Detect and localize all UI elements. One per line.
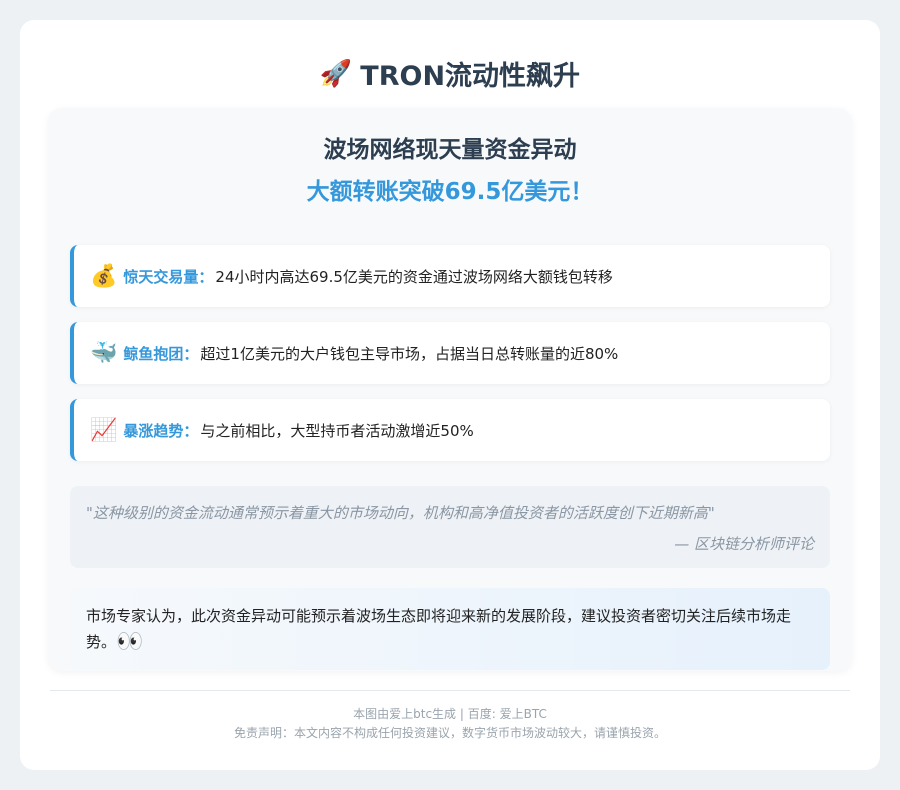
info-item-trend: 📈 暴涨趋势： 与之前相比，大型持币者活动激增近50% [70, 399, 830, 461]
footer-credit: 本图由爱上btc生成 | 百度: 爱上BTC [353, 707, 547, 721]
info-item-volume: 💰 惊天交易量： 24小时内高达69.5亿美元的资金通过波场网络大额钱包转移 [70, 245, 830, 307]
info-item-label: 惊天交易量： [123, 267, 214, 286]
whale-icon: 🐳 [90, 340, 118, 366]
highlight-headline: 大额转账突破69.5亿美元！ [306, 179, 594, 205]
footer-divider [50, 690, 850, 691]
footer-disclaimer: 免责声明：本文内容不构成任何投资建议，数字货币市场波动较大，请谨慎投资。 [233, 726, 666, 740]
content-panel: 波场网络现天量资金异动 大额转账突破69.5亿美元！ 💰 惊天交易量： 24小时… [48, 108, 852, 671]
expert-advice: 市场专家认为，此次资金异动可能预示着波场生态即将迎来新的发展阶段，建议投资者密切… [70, 588, 830, 670]
main-card: 🚀 TRON流动性飙升 波场网络现天量资金异动 大额转账突破69.5亿美元！ 💰… [20, 20, 880, 770]
info-item-text: 24小时内高达69.5亿美元的资金通过波场网络大额钱包转移 [215, 267, 613, 286]
info-item-text: 与之前相比，大型持币者活动激增近50% [200, 421, 474, 440]
info-item-text: 超过1亿美元的大户钱包主导市场，占据当日总转账量的近80% [200, 344, 619, 363]
money-bag-icon: 💰 [90, 263, 118, 289]
chart-increasing-icon: 📈 [90, 417, 118, 443]
page-title: 🚀 TRON流动性飙升 [20, 54, 880, 93]
info-item-label: 暴涨趋势： [123, 421, 199, 440]
page-title-text: TRON流动性飙升 [360, 61, 581, 92]
info-item-label: 鲸鱼抱团： [123, 344, 199, 363]
quote-text: "这种级别的资金流动通常预示着重大的市场动向，机构和高净值投资者的活跃度创下近期… [86, 504, 715, 522]
headline: 波场网络现天量资金异动 [323, 137, 577, 163]
rocket-icon: 🚀 [319, 58, 353, 89]
eyes-icon: 👀 [116, 629, 144, 655]
quote-source: — 区块链分析师评论 [674, 535, 814, 553]
analyst-quote: "这种级别的资金流动通常预示着重大的市场动向，机构和高净值投资者的活跃度创下近期… [70, 486, 830, 568]
info-item-whales: 🐳 鲸鱼抱团： 超过1亿美元的大户钱包主导市场，占据当日总转账量的近80% [70, 322, 830, 384]
advice-text: 市场专家认为，此次资金异动可能预示着波场生态即将迎来新的发展阶段，建议投资者密切… [86, 607, 792, 651]
